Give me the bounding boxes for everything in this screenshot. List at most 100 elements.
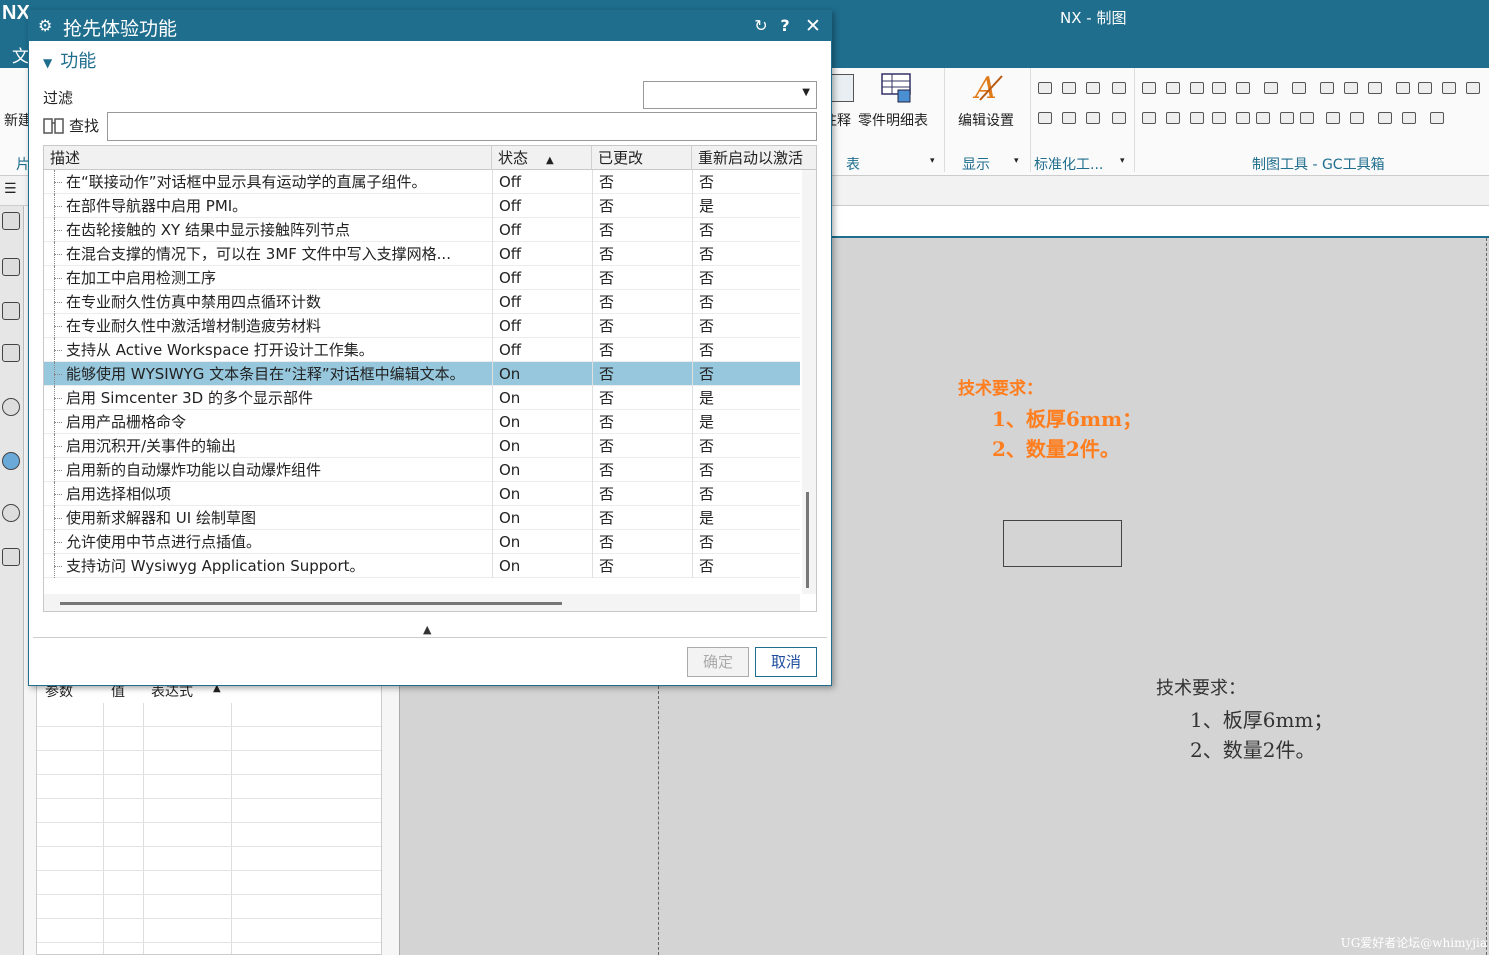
table-row[interactable]: 在“联接动作”对话框中显示具有运动学的直属子组件。 Off 否否 [44, 170, 800, 194]
find-input[interactable] [107, 112, 817, 141]
gc-tool-icon[interactable] [1166, 112, 1180, 124]
table-row[interactable]: 在专业耐久性仿真中禁用四点循环计数 Off 否否 [44, 290, 800, 314]
standard-tool-icon[interactable] [1038, 82, 1052, 94]
table-row[interactable]: 允许使用中节点进行点插值。 On 否否 [44, 530, 800, 554]
gc-tool-icon[interactable] [1350, 112, 1364, 124]
gc-tool-icon[interactable] [1466, 82, 1480, 94]
table-row[interactable]: 启用选择相似项 On 否否 [44, 482, 800, 506]
gc-tool-icon[interactable] [1212, 112, 1226, 124]
gc-tool-icon[interactable] [1212, 82, 1226, 94]
vertical-scrollbar[interactable] [802, 170, 816, 594]
part-navigator-icon[interactable] [2, 258, 20, 276]
col-header-description[interactable]: 描述 [44, 146, 492, 170]
gc-tool-icon[interactable] [1344, 82, 1358, 94]
assembly-navigator-icon[interactable] [2, 302, 20, 320]
gc-tool-icon[interactable] [1142, 112, 1156, 124]
filter-dropdown[interactable]: ▼ [643, 81, 817, 109]
table-row[interactable]: 启用沉积开/关事件的输出 On 否否 [44, 434, 800, 458]
cell-restart: 否 [692, 290, 800, 314]
vertical-scroll-thumb[interactable] [806, 492, 809, 588]
ribbon-parts-list-button[interactable]: 零件明细表 [858, 110, 928, 130]
web-browser-icon[interactable] [2, 452, 20, 470]
col-header-restart[interactable]: 重新启动以激活 [692, 146, 816, 170]
standard-tool-icon[interactable] [1062, 112, 1076, 124]
gc-tool-icon[interactable] [1292, 82, 1306, 94]
table-row [37, 871, 381, 895]
cell-changed: 否 [592, 170, 692, 194]
dark-annotation-line[interactable]: 1、板厚6mm； [1190, 704, 1333, 733]
gc-tool-icon[interactable] [1280, 112, 1294, 124]
table-row[interactable]: 在专业耐久性中激活增材制造疲劳材料 Off 否否 [44, 314, 800, 338]
ribbon-group-drafting-tools: 制图工具 - GC工具箱 [1252, 157, 1385, 173]
grid-header: 描述 状态 ▲ 已更改 重新启动以激活 [44, 146, 816, 170]
cancel-button[interactable]: 取消 [755, 647, 817, 677]
dark-annotation-title[interactable]: 技术要求： [1156, 674, 1246, 700]
dark-annotation-line[interactable]: 2、数量2件。 [1190, 734, 1315, 763]
gc-tool-icon[interactable] [1264, 82, 1278, 94]
table-row [37, 919, 381, 943]
gc-tool-icon[interactable] [1142, 82, 1156, 94]
col-header-changed[interactable]: 已更改 [592, 146, 692, 170]
table-row[interactable]: 启用 Simcenter 3D 的多个显示部件 On 否是 [44, 386, 800, 410]
constraint-navigator-icon[interactable] [2, 344, 20, 362]
standard-tool-icon[interactable] [1038, 112, 1052, 124]
standard-tool-icon[interactable] [1112, 112, 1126, 124]
standard-tool-icon[interactable] [1112, 82, 1126, 94]
tools-icon[interactable] [2, 548, 20, 566]
col-header-status[interactable]: 状态 ▲ [492, 146, 592, 170]
history-icon[interactable] [2, 504, 20, 522]
parts-list-icon [880, 72, 912, 104]
table-row[interactable]: 使用新求解器和 UI 绘制草图 On 否是 [44, 506, 800, 530]
menu-file[interactable]: 文 [12, 42, 29, 67]
standard-tool-icon[interactable] [1086, 82, 1100, 94]
table-row[interactable]: 在部件导航器中启用 PMI。 Off 否是 [44, 194, 800, 218]
chevron-down-icon[interactable]: ▾ [930, 156, 935, 166]
dialog-title-bar[interactable]: ⚙ 抢先体验功能 ↻ ? ✕ [29, 11, 831, 41]
chevron-down-icon[interactable]: ▾ [1014, 156, 1019, 166]
standard-tool-icon[interactable] [1086, 112, 1100, 124]
reset-icon[interactable]: ↻ [751, 15, 771, 37]
gc-tool-icon[interactable] [1166, 82, 1180, 94]
gc-tool-icon[interactable] [1430, 112, 1444, 124]
gc-tool-icon[interactable] [1402, 112, 1416, 124]
table-row[interactable]: 支持从 Active Workspace 打开设计工作集。 Off 否否 [44, 338, 800, 362]
section-header[interactable]: ▼ 功能 [43, 47, 96, 73]
gc-tool-icon[interactable] [1326, 112, 1340, 124]
parameter-table: 参数 值 表达式 ▲ [36, 680, 382, 955]
dialog-title: 抢先体验功能 [63, 18, 178, 40]
help-icon[interactable]: ? [775, 15, 795, 37]
table-row[interactable]: 支持访问 Wysiwyg Application Support。 On 否否 [44, 554, 800, 578]
gc-tool-icon[interactable] [1236, 112, 1250, 124]
table-row[interactable]: 在混合支撑的情况下，可以在 3MF 文件中写入支撑网格... Off 否否 [44, 242, 800, 266]
close-icon[interactable]: ✕ [803, 15, 823, 37]
info-icon[interactable] [2, 398, 20, 416]
table-row[interactable]: 在加工中启用检测工序 Off 否否 [44, 266, 800, 290]
ok-button[interactable]: 确定 [687, 647, 749, 677]
gc-tool-icon[interactable] [1442, 82, 1456, 94]
orange-annotation-title[interactable]: 技术要求： [958, 374, 1043, 399]
gc-tool-icon[interactable] [1378, 112, 1392, 124]
menu-icon[interactable]: ☰ [4, 181, 17, 197]
gc-tool-icon[interactable] [1190, 82, 1204, 94]
gc-tool-icon[interactable] [1300, 112, 1314, 124]
collapse-up-icon[interactable]: ▲ [423, 623, 431, 636]
gc-tool-icon[interactable] [1396, 82, 1410, 94]
gc-tool-icon[interactable] [1418, 82, 1432, 94]
gc-tool-icon[interactable] [1368, 82, 1382, 94]
ribbon-edit-settings-button[interactable]: 编辑设置 [958, 110, 1014, 130]
orange-annotation-line[interactable]: 1、板厚6mm； [992, 403, 1142, 432]
gc-tool-icon[interactable] [1190, 112, 1204, 124]
standard-tool-icon[interactable] [1062, 82, 1076, 94]
gc-tool-icon[interactable] [1236, 82, 1250, 94]
gc-tool-icon[interactable] [1320, 82, 1334, 94]
horizontal-scroll-thumb[interactable] [60, 602, 562, 605]
chevron-down-icon[interactable]: ▾ [1120, 156, 1125, 166]
table-row[interactable]: 在齿轮接触的 XY 结果中显示接触阵列节点 Off 否否 [44, 218, 800, 242]
table-row[interactable]: 能够使用 WYSIWYG 文本条目在“注释”对话框中编辑文本。 On 否否 [44, 362, 800, 386]
drawing-rectangle[interactable] [1003, 520, 1122, 567]
gc-tool-icon[interactable] [1256, 112, 1270, 124]
settings-icon[interactable] [2, 212, 20, 230]
orange-annotation-line[interactable]: 2、数量2件。 [992, 433, 1120, 462]
table-row[interactable]: 启用新的自动爆炸功能以自动爆炸组件 On 否否 [44, 458, 800, 482]
table-row[interactable]: 启用产品栅格命令 On 否是 [44, 410, 800, 434]
